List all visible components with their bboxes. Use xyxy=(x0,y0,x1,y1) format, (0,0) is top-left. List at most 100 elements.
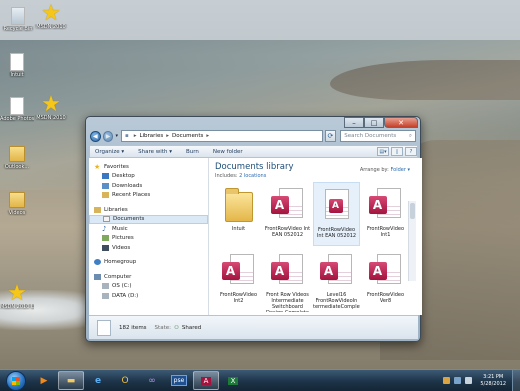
nav-favorites[interactable]: ★ Favorites xyxy=(89,162,208,172)
file-tile[interactable]: A FrontRowVideo Int EAN 052012 xyxy=(313,182,360,246)
command-toolbar: Organize ▾ Share with ▾ Burn New folder … xyxy=(89,145,418,158)
nav-pictures[interactable]: Pictures xyxy=(89,234,208,244)
forward-button[interactable]: ▶ xyxy=(102,130,114,142)
search-icon: ⌕ xyxy=(408,132,412,139)
state-value: Shared xyxy=(181,324,202,331)
preview-pane-button[interactable]: ▯ xyxy=(391,147,403,156)
address-bar[interactable]: ▪ ▸ Libraries ▸ Documents ▸ xyxy=(120,130,323,142)
file-tile[interactable]: Intuit xyxy=(215,182,262,246)
access-button[interactable]: A xyxy=(193,371,219,390)
nav-music[interactable]: ♪ Music xyxy=(89,224,208,234)
star-icon: ★ xyxy=(94,162,101,171)
nav-data-drive[interactable]: DATA (D:) xyxy=(89,291,208,301)
share-with-button[interactable]: Share with ▾ xyxy=(138,149,172,155)
nav-os-drive[interactable]: OS (C:) xyxy=(89,282,208,292)
outlook-button[interactable]: O xyxy=(112,371,138,390)
nav-recent-places[interactable]: Recent Places xyxy=(89,191,208,201)
access-database-icon: A xyxy=(319,252,354,290)
explorer-taskbar-button[interactable]: ▬ xyxy=(58,371,84,390)
new-folder-button[interactable]: New folder xyxy=(213,149,243,155)
tray-volume-icon[interactable] xyxy=(465,377,473,384)
breadcrumb-libraries[interactable]: Libraries xyxy=(139,133,163,139)
desktop-icon-adobe[interactable]: Adobe Photoshop... xyxy=(0,96,34,122)
window-controls: – □ ✕ xyxy=(344,117,418,128)
internet-explorer-button[interactable]: e xyxy=(85,371,111,390)
drive-icon xyxy=(102,283,109,290)
file-tile[interactable]: A Level16 FrontRowVideoIn termediateComp… xyxy=(313,248,360,312)
nav-videos[interactable]: Videos xyxy=(89,243,208,253)
library-title: Documents library xyxy=(215,162,294,172)
folder-icon xyxy=(7,190,27,210)
start-button[interactable] xyxy=(6,370,26,391)
desktop-icon-outlook[interactable]: Outlook... xyxy=(0,144,34,170)
file-tile[interactable]: A FrontRowVideo Ver8 xyxy=(362,248,409,312)
libraries-icon xyxy=(94,206,101,213)
vertical-scrollbar[interactable] xyxy=(408,201,416,281)
explorer-window: – □ ✕ ◀ ▶ ▾ ▪ ▸ Libraries ▸ Documents ▸ … xyxy=(85,116,422,342)
library-includes: Includes: 2 locations xyxy=(215,173,267,179)
computer-icon xyxy=(94,273,101,280)
access-icon: A xyxy=(200,376,212,385)
excel-icon: X xyxy=(227,376,239,385)
media-player-button[interactable]: ▶ xyxy=(31,371,57,390)
nav-downloads[interactable]: Downloads xyxy=(89,181,208,191)
windows-logo-icon xyxy=(12,376,20,385)
file-tile[interactable]: A FrontRowVideo Int1 xyxy=(362,182,409,246)
folder-icon xyxy=(7,144,27,164)
nav-libraries[interactable]: Libraries xyxy=(89,205,208,215)
history-dropdown[interactable]: ▾ xyxy=(115,133,118,139)
file-grid: Intuit A FrontRowVideo Int EAN 052012 A … xyxy=(215,182,415,312)
access-database-icon: A xyxy=(320,187,354,225)
file-tile[interactable]: A FrontRowVideo Int EAN 052012 xyxy=(264,182,311,246)
desktop-icon-msdn-library[interactable]: ★ MSDN 2010 Library xyxy=(0,281,34,311)
document-icon xyxy=(7,52,27,72)
excel-button[interactable]: X xyxy=(220,371,246,390)
refresh-button[interactable]: ⟳ xyxy=(324,130,337,142)
locations-link[interactable]: 2 locations xyxy=(239,173,266,179)
nav-documents[interactable]: Documents xyxy=(89,214,208,224)
item-count: 182 items xyxy=(119,324,147,331)
shared-icon: ⚇ xyxy=(173,324,179,331)
file-view: Documents library Includes: 2 locations … xyxy=(209,158,422,315)
nav-computer[interactable]: Computer xyxy=(89,272,208,282)
visual-studio-icon: ∞ xyxy=(148,375,156,386)
maximize-button[interactable]: □ xyxy=(364,117,384,128)
organize-button[interactable]: Organize ▾ xyxy=(95,149,124,155)
views-button[interactable]: ▤▾ xyxy=(377,147,389,156)
star-icon: ★ xyxy=(41,1,61,26)
music-icon: ♪ xyxy=(102,224,107,233)
file-tile[interactable]: A Front Row Videos Intermediate Switchbo… xyxy=(264,248,311,312)
desktop-icon-recycle-bin[interactable]: Recycle Bin xyxy=(1,6,35,32)
desktop-icon-videos[interactable]: Videos xyxy=(0,190,34,216)
file-tile[interactable]: A FrontRowVideo Int2 xyxy=(215,248,262,312)
access-database-icon: A xyxy=(221,252,256,290)
help-button[interactable]: ? xyxy=(405,147,417,156)
star-icon: ★ xyxy=(7,281,27,306)
photoshop-elements-button[interactable]: pse xyxy=(166,371,192,390)
show-desktop-button[interactable] xyxy=(512,369,520,391)
nav-desktop[interactable]: Desktop xyxy=(89,172,208,182)
tray-warning-icon[interactable] xyxy=(443,377,451,384)
desktop-icon-intuit[interactable]: Intuit xyxy=(0,52,34,78)
nav-homegroup[interactable]: Homegroup xyxy=(89,258,208,268)
desktop-icon-msdn[interactable]: ★ MSDN 2010 xyxy=(34,1,68,31)
ie-icon: e xyxy=(94,375,102,386)
arrange-by-dropdown[interactable]: Folder ▾ xyxy=(390,167,410,173)
visual-studio-button[interactable]: ∞ xyxy=(139,371,165,390)
back-button[interactable]: ◀ xyxy=(90,130,101,142)
clock[interactable]: 3:21 PM 5/28/2012 xyxy=(480,374,506,388)
arrange-by: Arrange by: Folder ▾ xyxy=(359,167,410,173)
recent-places-icon xyxy=(102,192,109,199)
tray-network-icon[interactable] xyxy=(454,377,462,384)
navigation-pane: ★ Favorites Desktop Downloads Recent Plac… xyxy=(89,158,209,315)
burn-button[interactable]: Burn xyxy=(186,149,199,155)
play-icon: ▶ xyxy=(40,375,48,386)
close-button[interactable]: ✕ xyxy=(384,117,418,128)
minimize-button[interactable]: – xyxy=(344,117,364,128)
search-input[interactable]: Search Documents ⌕ xyxy=(340,130,416,142)
drive-icon xyxy=(102,292,109,299)
videos-icon xyxy=(102,244,109,251)
details-pane: 182 items State: ⚇ Shared xyxy=(89,315,418,339)
breadcrumb-documents[interactable]: Documents xyxy=(172,133,203,139)
desktop-icon-msdn-2[interactable]: ★ MSDN 2010 xyxy=(34,94,68,122)
